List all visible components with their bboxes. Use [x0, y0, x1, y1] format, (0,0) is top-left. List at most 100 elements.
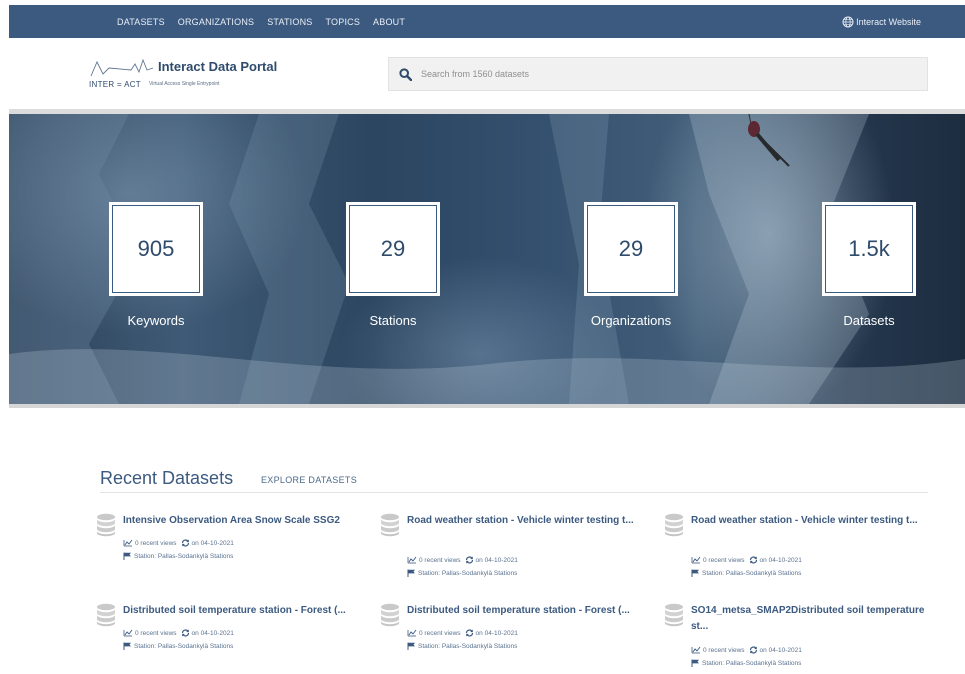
logo-brand: INTER = ACT: [89, 80, 141, 89]
dataset-station: Station: Pallas-Sodankylä Stations: [407, 642, 521, 650]
stat-datasets[interactable]: 1.5k Datasets: [819, 202, 919, 328]
dataset-meta: 0 recent views on 04-10-2021: [123, 539, 238, 547]
stat-label: Datasets: [843, 313, 895, 328]
hero-bottom-border: [9, 404, 965, 408]
flag-icon: [691, 569, 699, 577]
database-icon: [381, 603, 399, 627]
database-icon: [97, 603, 115, 627]
recent-views: 0 recent views: [419, 629, 461, 637]
dataset-meta: 0 recent views on 04-10-2021: [691, 556, 806, 564]
globe-icon: [842, 16, 854, 27]
line-chart-icon: [407, 556, 417, 564]
dataset-meta: 0 recent views on 04-10-2021: [691, 646, 806, 654]
dataset-title[interactable]: Intensive Observation Area Snow Scale SS…: [123, 513, 363, 529]
stat-box: 905: [109, 202, 203, 296]
dataset-station: Station: Pallas-Sodankylä Stations: [123, 642, 237, 650]
stat-box: 1.5k: [822, 202, 916, 296]
logo-wave-icon: [90, 58, 154, 77]
line-chart-icon: [691, 556, 701, 564]
nav-topics[interactable]: TOPICS: [326, 17, 361, 27]
updated-date: on 04-10-2021: [191, 629, 234, 637]
station-name: Station: Pallas-Sodankylä Stations: [418, 569, 518, 577]
updated-date: on 04-10-2021: [475, 629, 518, 637]
site-title: Interact Data Portal: [158, 59, 278, 74]
flag-icon: [123, 552, 131, 560]
recent-views: 0 recent views: [703, 556, 745, 564]
interact-website-label: Interact Website: [856, 16, 921, 27]
recent-views: 0 recent views: [703, 646, 745, 654]
nav-about[interactable]: ABOUT: [373, 17, 405, 27]
section-divider: [100, 492, 928, 493]
main-menu: DATASETS ORGANIZATIONS STATIONS TOPICS A…: [117, 5, 418, 38]
stat-stations[interactable]: 29 Stations: [343, 202, 443, 328]
dataset-title[interactable]: SO14_metsa_SMAP2Distributed soil tempera…: [691, 603, 931, 635]
dataset-card[interactable]: SO14_metsa_SMAP2Distributed soil tempera…: [664, 603, 934, 672]
search-bar: [388, 57, 928, 91]
updated-date: on 04-10-2021: [191, 539, 234, 547]
stat-box: 29: [346, 202, 440, 296]
nav-datasets[interactable]: DATASETS: [117, 17, 165, 27]
hero-banner: 905 Keywords 29 Stations 29 Organization…: [9, 114, 965, 404]
dataset-card[interactable]: Distributed soil temperature station - F…: [380, 603, 650, 655]
dataset-station: Station: Pallas-Sodankylä Stations: [691, 569, 805, 577]
dataset-title[interactable]: Road weather station - Vehicle winter te…: [407, 513, 647, 529]
stat-label: Stations: [369, 313, 417, 328]
dataset-meta: 0 recent views on 04-10-2021: [407, 629, 522, 637]
dataset-title[interactable]: Distributed soil temperature station - F…: [407, 603, 647, 619]
station-name: Station: Pallas-Sodankylä Stations: [418, 642, 518, 650]
updated-date: on 04-10-2021: [759, 556, 802, 564]
dataset-meta: 0 recent views on 04-10-2021: [407, 556, 522, 564]
flag-icon: [691, 659, 699, 667]
dataset-station: Station: Pallas-Sodankylä Stations: [123, 552, 237, 560]
station-name: Station: Pallas-Sodankylä Stations: [702, 569, 802, 577]
nav-stations[interactable]: STATIONS: [267, 17, 312, 27]
dataset-title[interactable]: Road weather station - Vehicle winter te…: [691, 513, 931, 529]
refresh-icon: [749, 646, 757, 654]
station-name: Station: Pallas-Sodankylä Stations: [134, 642, 234, 650]
station-name: Station: Pallas-Sodankylä Stations: [702, 659, 802, 667]
search-icon[interactable]: [399, 67, 412, 81]
stat-label: Organizations: [590, 313, 672, 328]
updated-date: on 04-10-2021: [475, 556, 518, 564]
database-icon: [381, 513, 399, 537]
dataset-station: Station: Pallas-Sodankylä Stations: [407, 569, 521, 577]
stat-label: Keywords: [127, 313, 185, 328]
line-chart-icon: [407, 629, 417, 637]
site-tagline: Virtual Access Single Entrypoint: [149, 81, 220, 87]
dataset-title[interactable]: Distributed soil temperature station - F…: [123, 603, 363, 619]
recent-views: 0 recent views: [419, 556, 461, 564]
recent-views: 0 recent views: [135, 629, 177, 637]
interact-website-link[interactable]: Interact Website: [842, 5, 921, 38]
search-input[interactable]: [421, 69, 901, 79]
dataset-card[interactable]: Road weather station - Vehicle winter te…: [664, 513, 934, 582]
dataset-card[interactable]: Road weather station - Vehicle winter te…: [380, 513, 650, 582]
line-chart-icon: [123, 629, 133, 637]
explore-datasets-link[interactable]: EXPLORE DATASETS: [261, 475, 357, 485]
stat-value: 905: [137, 236, 175, 261]
stat-organizations[interactable]: 29 Organizations: [581, 202, 681, 328]
refresh-icon: [181, 629, 189, 637]
updated-date: on 04-10-2021: [759, 646, 802, 654]
dataset-card[interactable]: Distributed soil temperature station - F…: [96, 603, 366, 655]
nav-organizations[interactable]: ORGANIZATIONS: [178, 17, 254, 27]
stat-value: 1.5k: [848, 236, 890, 261]
database-icon: [665, 603, 683, 627]
stat-value: 29: [380, 236, 406, 261]
recent-views: 0 recent views: [135, 539, 177, 547]
station-name: Station: Pallas-Sodankylä Stations: [134, 552, 234, 560]
site-header: INTER = ACT Interact Data Portal Virtual…: [9, 38, 965, 110]
stat-keywords[interactable]: 905 Keywords: [106, 202, 206, 328]
recent-datasets-heading: Recent Datasets: [100, 468, 234, 488]
dataset-card[interactable]: Intensive Observation Area Snow Scale SS…: [96, 513, 366, 565]
refresh-icon: [181, 539, 189, 547]
line-chart-icon: [123, 539, 133, 547]
stat-value: 29: [618, 236, 644, 261]
site-logo[interactable]: INTER = ACT Interact Data Portal Virtual…: [89, 56, 289, 92]
database-icon: [665, 513, 683, 537]
refresh-icon: [749, 556, 757, 564]
stat-box: 29: [584, 202, 678, 296]
refresh-icon: [465, 629, 473, 637]
flag-icon: [407, 642, 415, 650]
refresh-icon: [465, 556, 473, 564]
dataset-station: Station: Pallas-Sodankylä Stations: [691, 659, 805, 667]
